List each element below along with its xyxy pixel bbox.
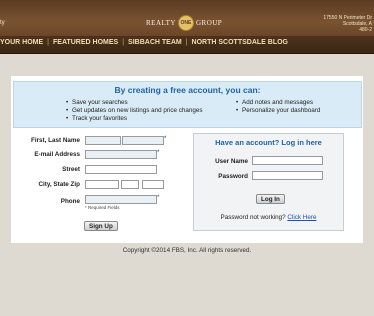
- city-state-zip-label: City, State Zip: [38, 181, 80, 188]
- phone-label: Phone: [60, 198, 80, 205]
- brand-logo[interactable]: REALTY ONE GROUP: [146, 15, 223, 31]
- password-help-link[interactable]: Click Here: [287, 214, 316, 221]
- nav-featured-homes[interactable]: FEATURED HOMES: [53, 39, 118, 46]
- main-nav: YOUR HOME | FEATURED HOMES | SIBBACH TEA…: [0, 36, 374, 54]
- nav-your-home[interactable]: YOUR HOME: [0, 39, 43, 46]
- benefit-item: Save your searches: [66, 99, 203, 107]
- nav-separator: |: [122, 39, 125, 46]
- log-in-button[interactable]: Log In: [256, 194, 285, 204]
- required-mark: *: [157, 195, 160, 201]
- password-help: Password not working? Click Here: [194, 214, 343, 221]
- zip-input[interactable]: [142, 180, 164, 189]
- phone-input[interactable]: [85, 195, 157, 204]
- sign-up-button[interactable]: Sign Up: [84, 221, 118, 231]
- username-input[interactable]: [252, 156, 323, 165]
- required-mark: *: [164, 136, 167, 142]
- header-left-fragment: ty: [0, 20, 5, 26]
- username-label: User Name: [215, 158, 248, 165]
- benefits-title: By creating a free account, you can:: [114, 85, 261, 95]
- login-panel: Have an account? Log in here User Name P…: [193, 133, 344, 231]
- first-name-input[interactable]: [85, 136, 121, 145]
- password-input[interactable]: [252, 171, 323, 180]
- benefit-item: Personalize your dashboard: [236, 107, 320, 115]
- nav-north-scottsdale-blog[interactable]: NORTH SCOTTSDALE BLOG: [192, 39, 288, 46]
- email-label: E-mail Address: [34, 151, 80, 158]
- benefit-item: Get updates on new listings and price ch…: [66, 107, 203, 115]
- benefits-list-left: Save your searches Get updates on new li…: [66, 99, 203, 123]
- nav-sibbach-team[interactable]: SIBBACH TEAM: [128, 39, 182, 46]
- last-name-input[interactable]: [122, 136, 164, 145]
- nav-separator: |: [47, 39, 49, 46]
- password-help-text: Password not working?: [220, 214, 286, 221]
- benefits-panel: By creating a free account, you can: Sav…: [13, 81, 362, 128]
- city-input[interactable]: [85, 180, 119, 189]
- copyright-footer: Copyright ©2014 FBS, Inc. All rights res…: [122, 247, 252, 254]
- name-label: First, Last Name: [31, 137, 80, 144]
- site-header: ty REALTY ONE GROUP 17550 N Perimeter Dr…: [0, 0, 374, 37]
- benefit-item: Add notes and messages: [236, 99, 320, 107]
- login-title: Have an account? Log in here: [215, 138, 322, 147]
- street-input[interactable]: [85, 165, 157, 174]
- office-address: 17550 N Perimeter Dr Scottsdale, A 480-2: [323, 15, 372, 33]
- required-mark: *: [157, 150, 160, 156]
- logo-word-left: REALTY: [146, 19, 176, 27]
- logo-seal-icon: ONE: [177, 15, 194, 31]
- street-label: Street: [62, 166, 80, 173]
- benefits-list-right: Add notes and messages Personalize your …: [236, 99, 320, 115]
- nav-separator: |: [185, 39, 188, 46]
- state-input[interactable]: [121, 180, 139, 189]
- password-label: Password: [218, 173, 248, 180]
- required-fields-hint: * Required Fields: [85, 205, 120, 210]
- logo-word-right: GROUP: [195, 19, 223, 27]
- email-field[interactable]: [85, 150, 157, 159]
- benefit-item: Track your favorites: [66, 115, 203, 123]
- address-line: 480-2: [359, 27, 372, 33]
